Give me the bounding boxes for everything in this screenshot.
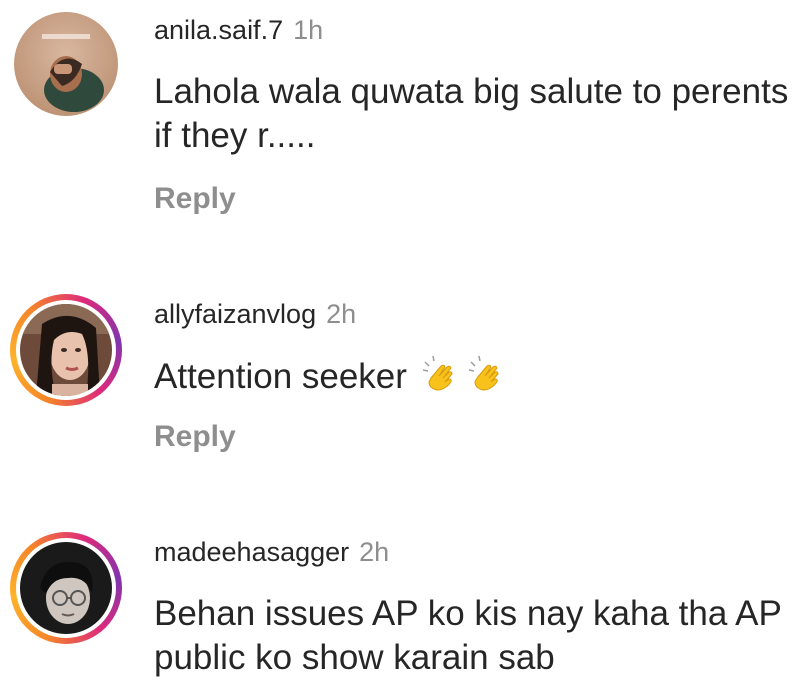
timestamp: 1h bbox=[293, 15, 324, 45]
username[interactable]: allyfaizanvlog bbox=[154, 299, 316, 329]
comment-meta: allyfaizanvlog 2h bbox=[154, 298, 356, 330]
clapping-hands-icon bbox=[421, 354, 463, 396]
story-ring[interactable] bbox=[10, 294, 122, 406]
reply-button[interactable]: Reply bbox=[154, 420, 236, 454]
story-ring[interactable] bbox=[10, 532, 122, 644]
comment-meta: anila.saif.7 1h bbox=[154, 14, 323, 46]
comment-text: Lahola wala quwata big salute to perents… bbox=[154, 72, 789, 155]
timestamp: 2h bbox=[326, 299, 357, 329]
avatar bbox=[20, 542, 112, 634]
comment-text: Behan issues AP ko kis nay kaha tha AP p… bbox=[154, 594, 782, 677]
avatar[interactable] bbox=[14, 12, 118, 116]
comment-meta: madeehasagger 2h bbox=[154, 536, 389, 568]
clapping-hands-icon bbox=[467, 354, 509, 396]
reply-button[interactable]: Reply bbox=[154, 182, 236, 216]
timestamp: 2h bbox=[359, 537, 390, 567]
comment-text-row: Attention seeker bbox=[154, 354, 794, 399]
username[interactable]: anila.saif.7 bbox=[154, 15, 283, 45]
avatar bbox=[20, 304, 112, 396]
username[interactable]: madeehasagger bbox=[154, 537, 349, 567]
comment-text: Attention seeker bbox=[154, 357, 407, 396]
